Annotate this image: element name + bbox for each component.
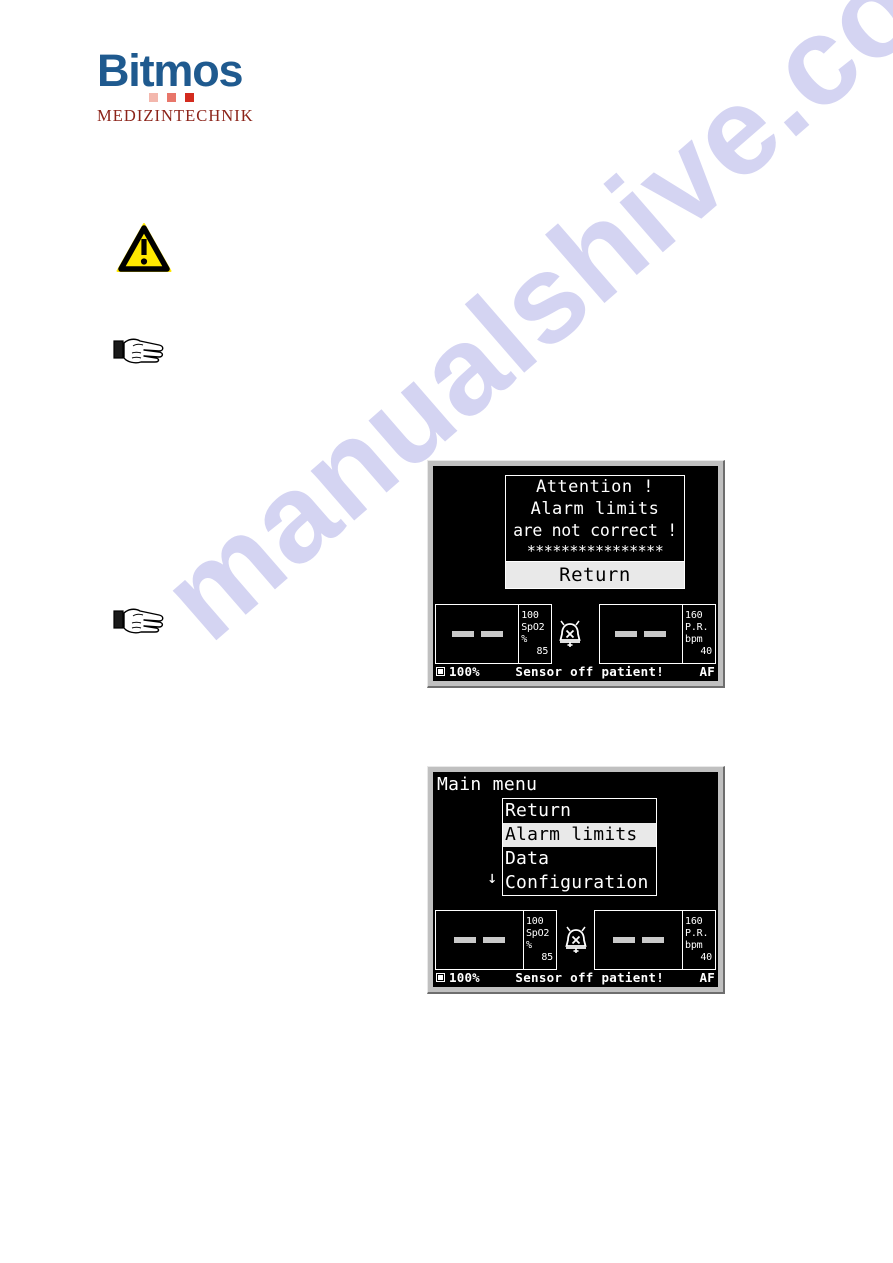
warning-triangle-icon: [116, 222, 172, 274]
company-logo: Bitmos MEDIZINTECHNIK: [97, 45, 254, 126]
spo2-upper-limit: 100: [525, 916, 544, 927]
device-screenshot-menu: Main menu ↓ Return Alarm limits Data Con…: [427, 766, 725, 994]
logo-square-1: [149, 93, 158, 102]
pulse-rate-value: [595, 911, 682, 969]
pr-label: P.R.: [685, 928, 709, 939]
battery-level: 100%: [449, 969, 480, 985]
spo2-value: [436, 605, 518, 663]
spo2-limits: 100 SpO2 % 85: [522, 911, 556, 969]
pr-unit: bpm: [685, 634, 703, 645]
spo2-panel: 100 SpO2 % 85: [435, 604, 553, 664]
status-message: Sensor off patient!: [515, 663, 665, 679]
spo2-panel: 100 SpO2 % 85: [435, 910, 557, 970]
alert-return-button[interactable]: Return: [506, 561, 684, 588]
status-bar-alert: 100% Sensor off patient! AF: [433, 662, 718, 680]
spo2-dash-1: [451, 631, 474, 637]
spo2-value: [436, 911, 523, 969]
measurement-row-menu: 100 SpO2 % 85 160 P.R. bpm 40: [435, 910, 716, 970]
measurement-row-alert: 100 SpO2 % 85 160 P.R. bpm 40: [435, 604, 716, 664]
lcd-upper-region-alert: Attention ! Alarm limits are not correct…: [433, 466, 718, 599]
device-screenshot-alert: Attention ! Alarm limits are not correct…: [427, 460, 725, 688]
menu-item-alarm-limits[interactable]: Alarm limits: [503, 823, 656, 847]
main-menu-list: Return Alarm limits Data Configuration: [502, 798, 657, 896]
spo2-dash-2: [480, 631, 503, 637]
menu-item-configuration[interactable]: Configuration: [503, 871, 656, 895]
menu-item-return[interactable]: Return: [503, 799, 656, 823]
alarm-silenced-bell-icon: [557, 910, 594, 970]
status-mode-indicator: AF: [699, 969, 715, 985]
logo-squares-decoration: [149, 93, 194, 102]
alert-line-1: Attention !: [535, 477, 655, 497]
pr-dash-2: [644, 631, 667, 637]
alert-separator-stars: ****************: [526, 542, 664, 560]
logo-square-2: [167, 93, 176, 102]
pr-dash-1: [613, 937, 636, 943]
spo2-unit: %: [525, 940, 532, 951]
lcd-upper-region-menu: Main menu ↓ Return Alarm limits Data Con…: [433, 772, 718, 905]
pr-label: P.R.: [685, 622, 709, 633]
menu-title: Main menu: [437, 774, 538, 795]
lcd-display-alert: Attention ! Alarm limits are not correct…: [433, 466, 718, 681]
spo2-limits: 100 SpO2 % 85: [518, 605, 551, 663]
pointing-hand-icon: [113, 606, 167, 638]
pulse-rate-limits: 160 P.R. bpm 40: [682, 911, 715, 969]
spo2-lower-limit: 85: [541, 952, 553, 963]
lcd-lower-region-alert: 100 SpO2 % 85 160 P.R. bpm 40 100% Senso…: [433, 602, 718, 681]
logo-square-3: [185, 93, 194, 102]
alert-line-2: Alarm limits: [530, 499, 660, 519]
spo2-lower-limit: 85: [536, 646, 549, 657]
status-mode-indicator: AF: [699, 663, 715, 679]
pr-lower-limit: 40: [700, 646, 712, 657]
menu-scroll-down-indicator: ↓: [487, 868, 498, 888]
lcd-lower-region-menu: 100 SpO2 % 85 160 P.R. bpm 40 100% Senso…: [433, 908, 718, 987]
logo-wordmark: Bitmos: [97, 45, 244, 96]
spo2-unit: %: [521, 634, 528, 645]
spo2-label: SpO2: [521, 622, 545, 633]
pr-upper-limit: 160: [685, 610, 703, 621]
logo-subtitle: MEDIZINTECHNIK: [97, 105, 254, 125]
pr-unit: bpm: [685, 940, 703, 951]
alert-dialog: Attention ! Alarm limits are not correct…: [505, 475, 685, 589]
pointing-hand-icon: [113, 336, 167, 368]
menu-item-data[interactable]: Data: [503, 847, 656, 871]
pulse-rate-value: [600, 605, 682, 663]
alert-line-3: are not correct !: [513, 521, 677, 540]
battery-level: 100%: [449, 663, 480, 679]
pulse-rate-panel: 160 P.R. bpm 40: [594, 910, 716, 970]
pr-dash-1: [615, 631, 638, 637]
spo2-dash-1: [453, 937, 476, 943]
pr-upper-limit: 160: [685, 916, 703, 927]
lcd-display-menu: Main menu ↓ Return Alarm limits Data Con…: [433, 772, 718, 987]
spo2-upper-limit: 100: [521, 610, 539, 621]
pr-lower-limit: 40: [700, 952, 712, 963]
status-message: Sensor off patient!: [515, 969, 665, 985]
battery-icon: [436, 666, 445, 676]
status-bar-menu: 100% Sensor off patient! AF: [433, 968, 718, 986]
pulse-rate-limits: 160 P.R. bpm 40: [682, 605, 715, 663]
alarm-silenced-bell-icon: [552, 604, 588, 664]
spo2-label: SpO2: [525, 928, 550, 939]
pr-dash-2: [642, 937, 665, 943]
pulse-rate-panel: 160 P.R. bpm 40: [598, 604, 716, 664]
spo2-dash-2: [482, 937, 505, 943]
battery-icon: [436, 972, 445, 982]
